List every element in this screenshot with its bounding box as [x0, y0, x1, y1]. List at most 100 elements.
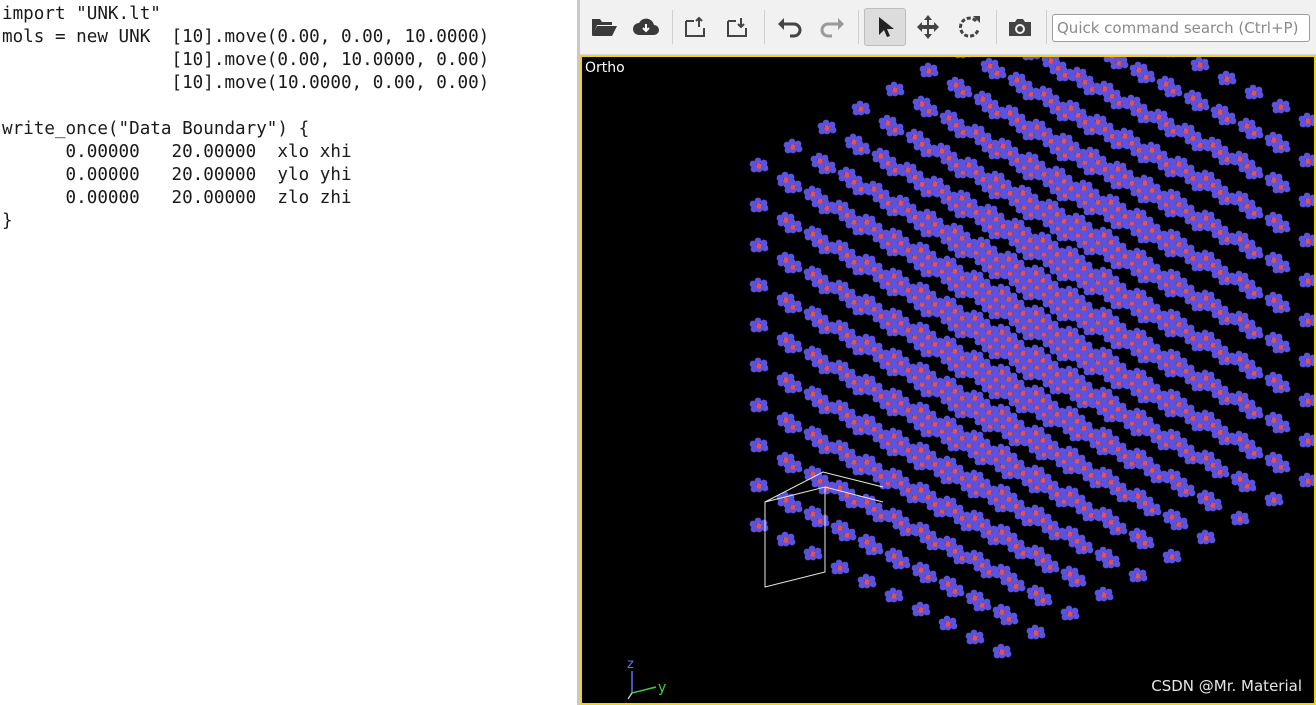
molecule — [1142, 141, 1162, 157]
molecule — [1040, 198, 1060, 214]
molecule — [1128, 327, 1148, 343]
molecule — [1298, 352, 1314, 368]
molecule — [776, 211, 796, 227]
molecule — [884, 307, 904, 323]
molecule — [749, 357, 769, 373]
molecule — [938, 535, 958, 551]
molecule — [945, 222, 965, 238]
molecule — [966, 123, 986, 139]
molecule — [1081, 146, 1101, 162]
molecule — [911, 401, 931, 417]
molecule — [1264, 131, 1284, 147]
molecule — [749, 397, 769, 413]
molecule — [1210, 103, 1230, 119]
molecule — [1196, 409, 1216, 425]
molecule — [1298, 472, 1314, 488]
undo-icon[interactable] — [772, 8, 808, 46]
molecule — [973, 90, 993, 106]
molecule — [837, 166, 857, 182]
code-line: 0.00000 20.00000 zlo zhi — [2, 188, 352, 208]
import-icon[interactable] — [720, 8, 756, 46]
molecule — [1230, 150, 1250, 166]
molecule — [1006, 217, 1026, 233]
molecule — [803, 225, 823, 241]
molecule — [830, 439, 850, 455]
molecule — [1022, 57, 1041, 61]
molecule — [830, 199, 850, 215]
molecule — [857, 573, 877, 589]
molecular-lattice — [749, 57, 1314, 659]
molecule — [1264, 331, 1284, 347]
molecule — [1047, 165, 1067, 181]
molecule — [803, 465, 823, 481]
select-pointer-icon[interactable] — [864, 8, 906, 46]
molecule — [938, 455, 958, 471]
molecule — [1230, 350, 1250, 366]
molecule — [1094, 426, 1114, 442]
molecule — [803, 345, 823, 361]
code-editor[interactable]: import "UNK.lt" mols = new UNK [10].move(… — [0, 0, 578, 705]
molecule — [830, 239, 850, 255]
molecule — [1060, 325, 1080, 341]
molecule — [1230, 510, 1250, 526]
molecule — [1026, 424, 1046, 440]
axis-y-label: y — [658, 680, 667, 696]
molecule — [1298, 112, 1314, 128]
molecule — [1264, 291, 1284, 307]
molecule — [1149, 108, 1169, 124]
molecule — [1162, 228, 1182, 244]
molecule — [1128, 207, 1148, 223]
molecule — [776, 371, 796, 387]
molecule — [1026, 304, 1046, 320]
molecule — [946, 76, 966, 92]
molecule — [1060, 365, 1080, 381]
molecule — [938, 415, 958, 431]
molecule — [1298, 192, 1314, 208]
molecule — [919, 62, 939, 78]
code-text[interactable]: import "UNK.lt" mols = new UNK [10].move(… — [0, 0, 578, 233]
molecule — [1108, 160, 1128, 176]
molecule — [1026, 384, 1046, 400]
molecule — [1230, 430, 1250, 446]
3d-viewport[interactable]: Ortho z y CSDN @Mr. Material — [580, 55, 1316, 705]
projection-label[interactable]: Ortho — [585, 60, 625, 76]
molecule — [1060, 445, 1080, 461]
molecule — [1128, 407, 1148, 423]
molecule — [992, 443, 1012, 459]
molecule — [992, 323, 1012, 339]
cloud-download-icon[interactable] — [628, 8, 664, 46]
molecule — [1041, 57, 1061, 68]
molecule — [1128, 367, 1148, 383]
molecule — [911, 281, 931, 297]
camera-icon[interactable] — [1002, 8, 1038, 46]
molecule — [803, 545, 823, 561]
molecule — [776, 331, 796, 347]
molecule — [884, 587, 904, 603]
export-icon[interactable] — [678, 8, 714, 46]
rotate-icon[interactable] — [952, 8, 988, 46]
molecule — [1298, 392, 1314, 408]
molecule — [955, 57, 971, 59]
molecule — [905, 128, 925, 144]
molecule — [1020, 151, 1040, 167]
molecule — [749, 277, 769, 293]
molecule — [844, 133, 864, 149]
redo-icon[interactable] — [814, 8, 850, 46]
molecule — [932, 142, 952, 158]
open-file-icon[interactable] — [586, 8, 622, 46]
quick-command-search-input[interactable] — [1052, 14, 1310, 42]
pan-move-icon[interactable] — [910, 8, 946, 46]
molecule — [911, 481, 931, 497]
molecule — [1026, 344, 1046, 360]
molecule — [891, 194, 911, 210]
molecule — [1094, 346, 1114, 362]
molecule — [1244, 84, 1264, 100]
molecule — [857, 293, 877, 309]
molecule — [830, 559, 850, 575]
molecule — [857, 333, 877, 349]
molecule — [925, 175, 945, 191]
molecule — [980, 57, 1000, 73]
molecule — [1298, 432, 1314, 448]
molecule — [1000, 104, 1020, 120]
